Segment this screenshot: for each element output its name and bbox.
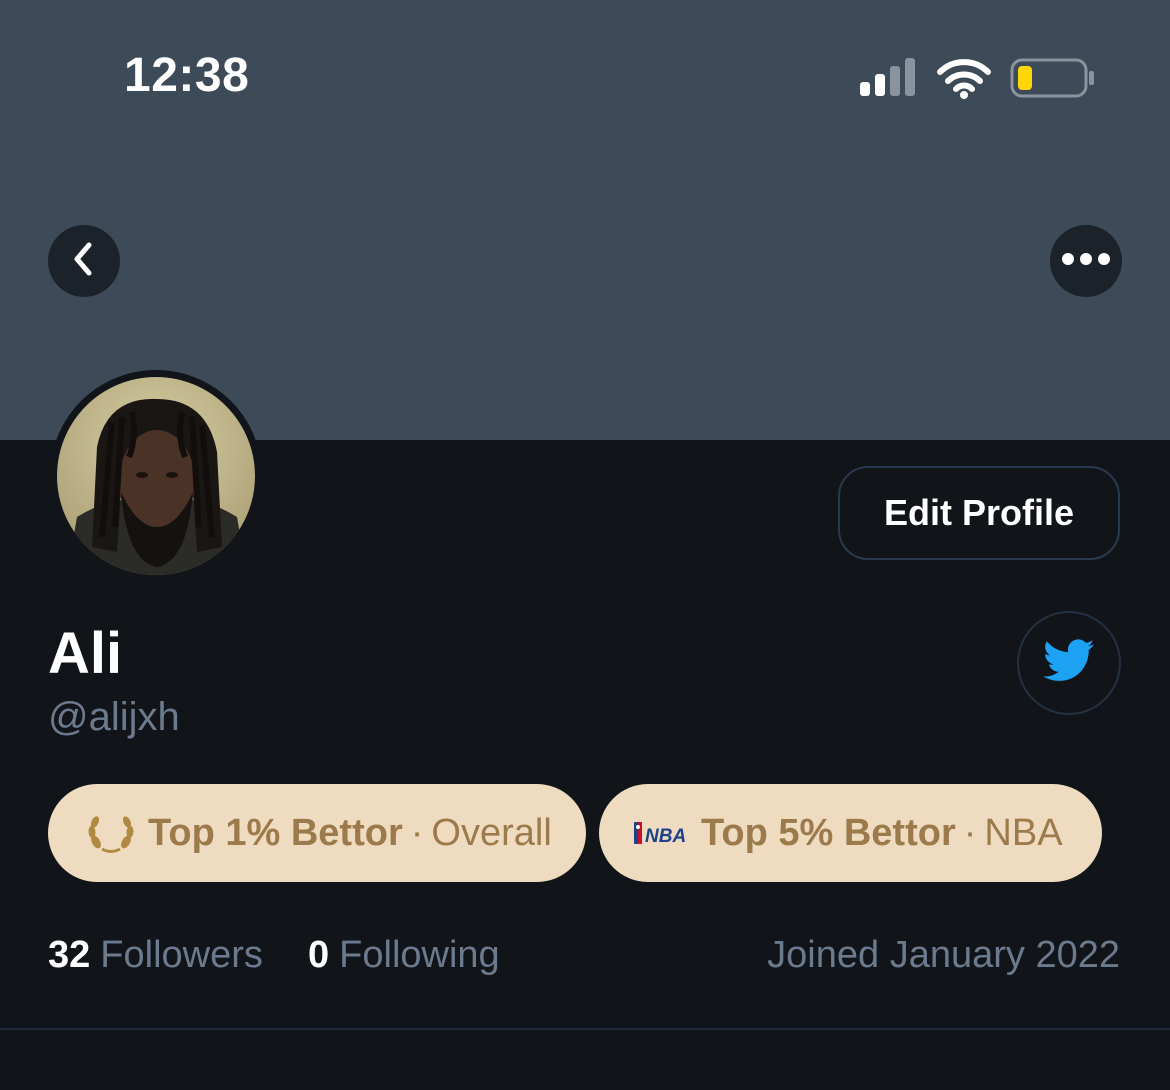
badge-category: Overall [431,811,552,854]
wifi-icon [936,56,992,105]
display-name: Ali [48,621,123,686]
badge-category: NBA [984,811,1063,854]
follow-stats: 32 Followers 0 Following [48,934,500,977]
chevron-left-icon [69,241,99,282]
more-options-button[interactable] [1050,225,1122,297]
badge-title: Top 1% Bettor [148,811,403,854]
followers-label: Followers [100,934,263,976]
svg-text:NBA: NBA [645,826,686,847]
following-count: 0 [308,934,330,976]
battery-icon [1010,56,1096,105]
following-label: Following [339,934,500,976]
badge-separator: · [410,811,424,854]
badge-title: Top 5% Bettor [701,811,956,854]
cellular-signal-icon [858,56,918,105]
nba-logo-icon: NBA [633,818,689,848]
twitter-bird-icon [1043,638,1095,688]
badge-separator: · [963,811,977,854]
following-link[interactable]: 0 Following [308,934,500,976]
profile-screen: 12:38 Edit Profile Ali @alijxh Top 1% Be… [0,0,1170,1090]
joined-date: Joined January 2022 [767,934,1120,976]
avatar-photo [57,377,255,575]
section-divider [0,1028,1170,1030]
status-time: 12:38 [124,49,250,102]
ellipsis-icon [1061,252,1111,271]
back-button[interactable] [48,225,120,297]
followers-count: 32 [48,934,91,976]
badge-top-overall[interactable]: Top 1% Bettor · Overall [48,784,586,882]
edit-profile-button[interactable]: Edit Profile [838,466,1120,560]
badge-top-nba[interactable]: NBA Top 5% Bettor · NBA [599,784,1102,882]
twitter-link-button[interactable] [1017,611,1121,715]
followers-link[interactable]: 32 Followers [48,934,273,976]
laurel-icon [86,812,136,854]
avatar[interactable] [50,370,262,582]
user-handle: @alijxh [48,695,180,739]
